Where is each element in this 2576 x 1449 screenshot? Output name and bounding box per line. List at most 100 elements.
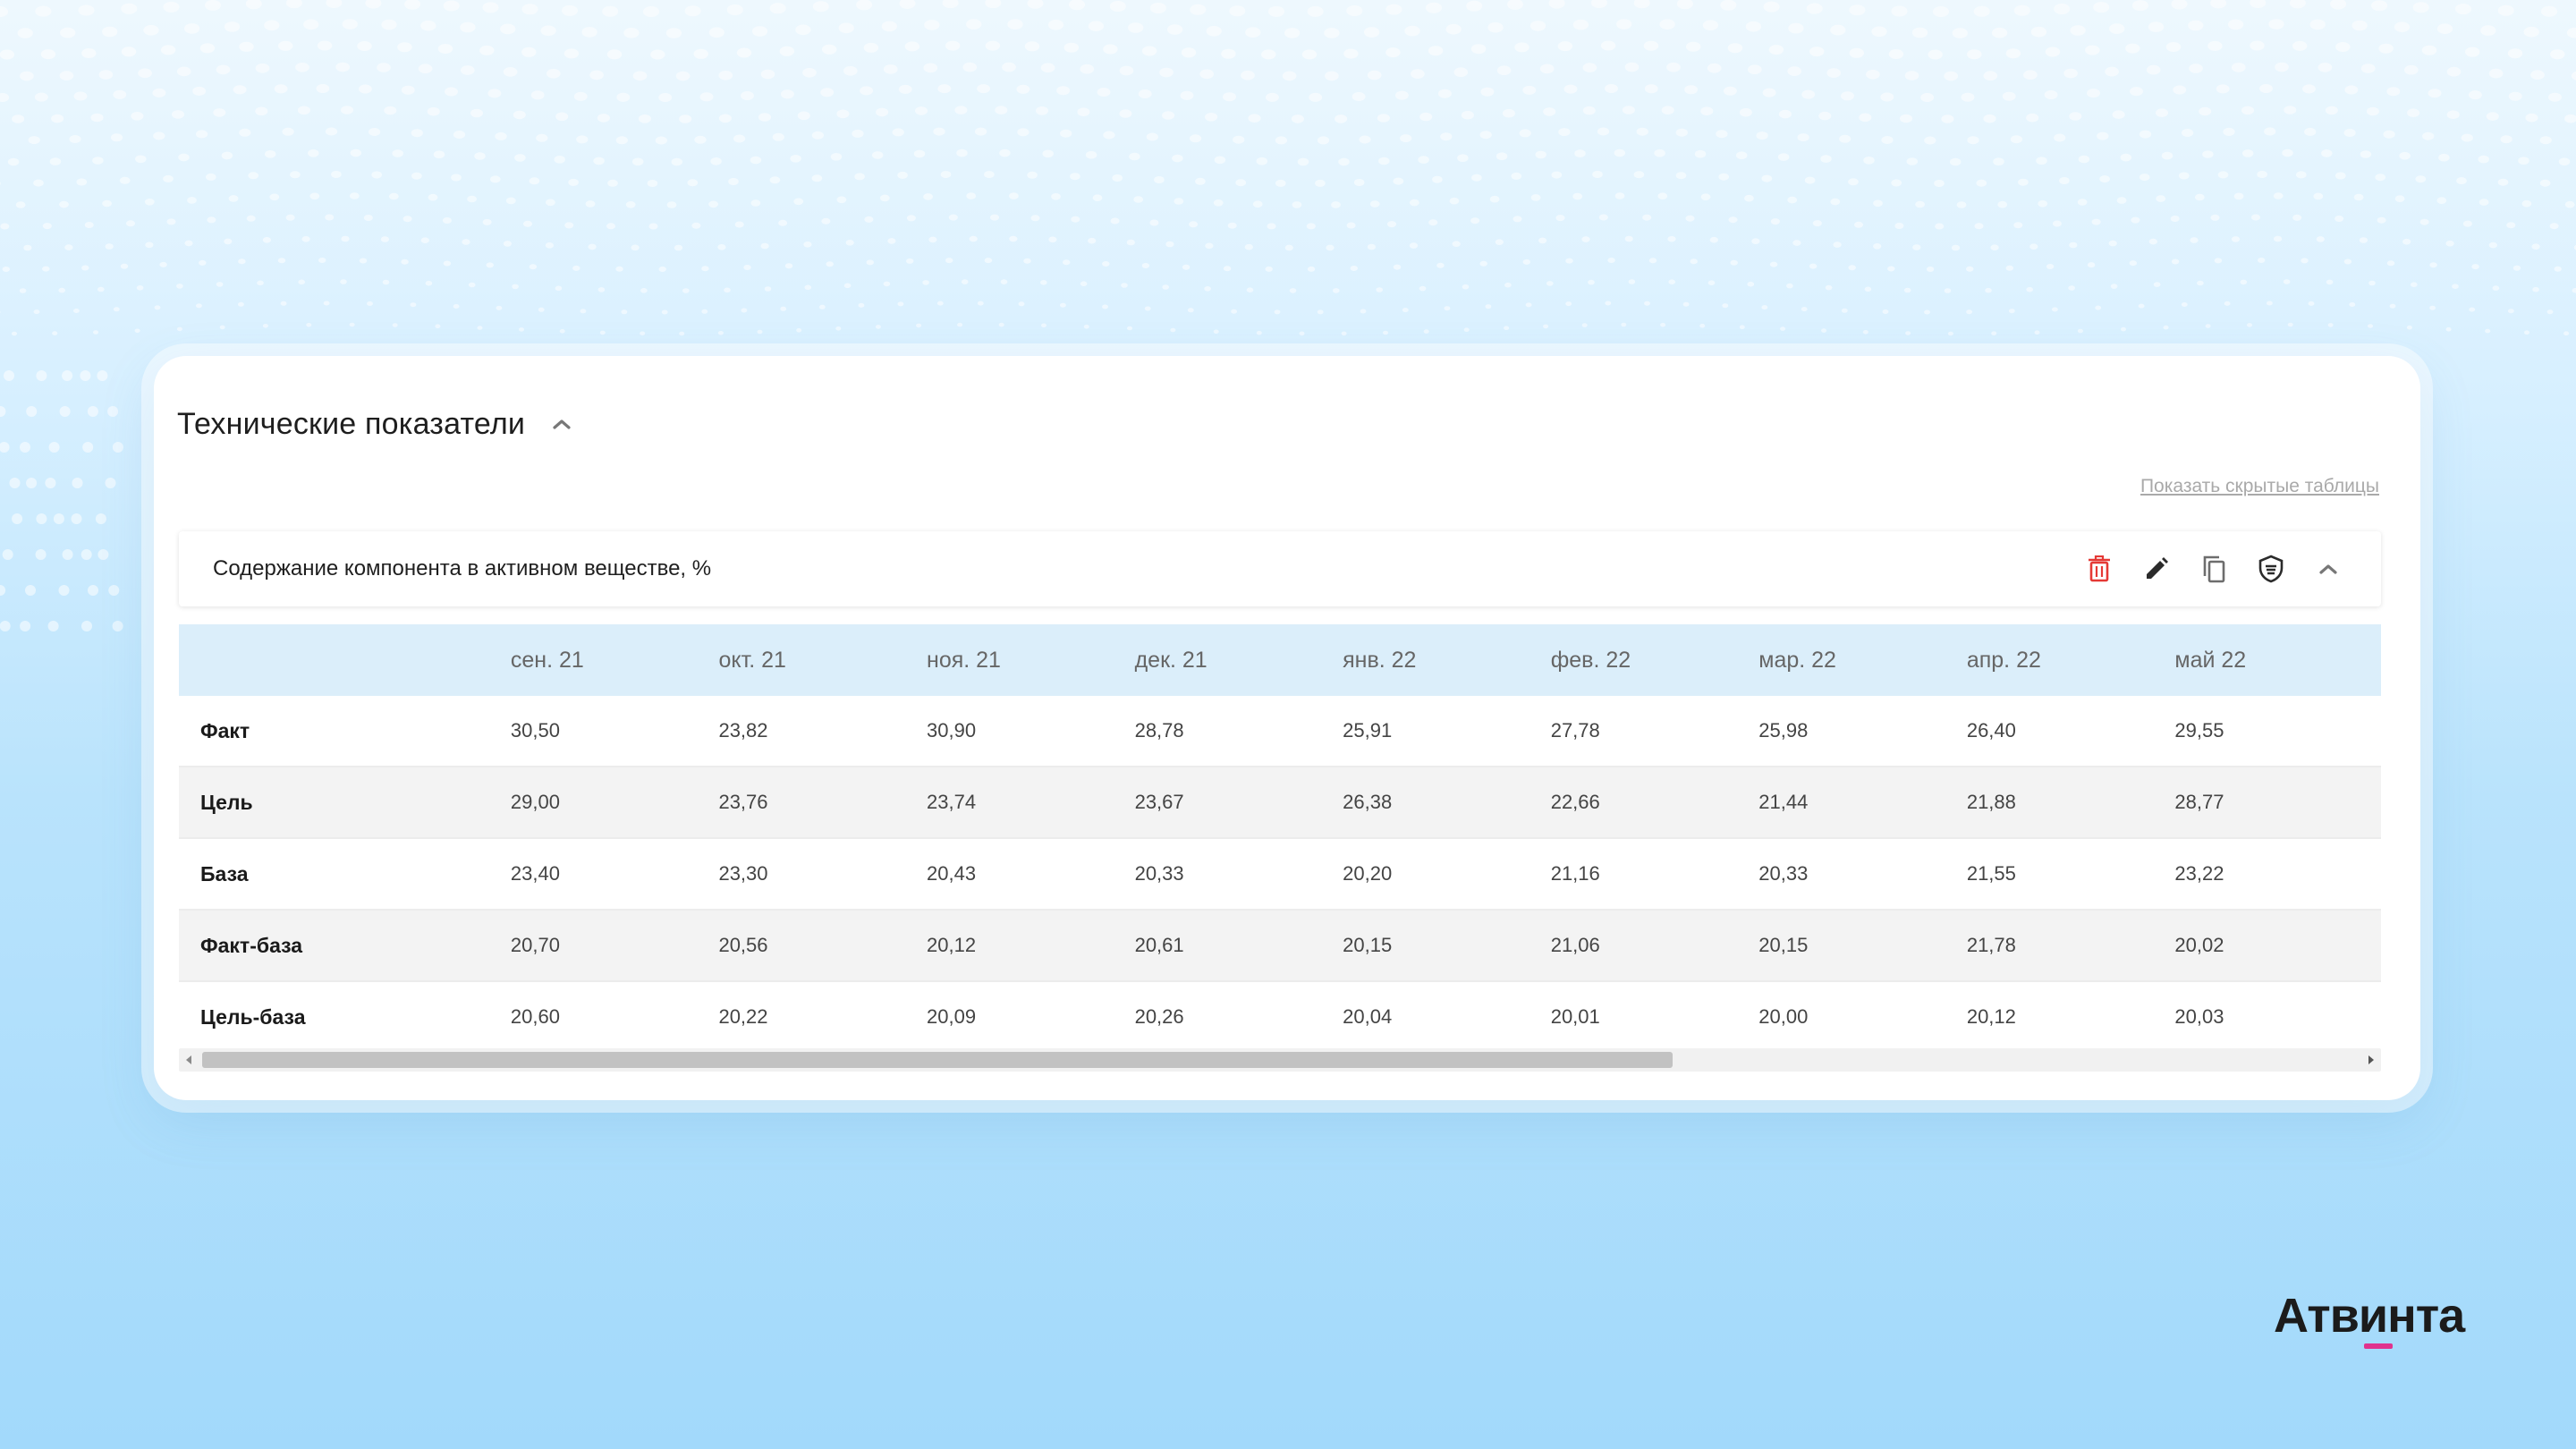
background-dot xyxy=(1728,216,1738,224)
background-dot xyxy=(81,621,92,631)
column-header[interactable]: дек. 21 xyxy=(1132,624,1342,696)
background-dot xyxy=(2506,222,2516,229)
table-cell[interactable]: 20,22 xyxy=(716,981,926,1054)
table-cell[interactable]: 20,60 xyxy=(508,981,717,1054)
table-cell[interactable]: 25,91 xyxy=(1341,696,1549,767)
background-dot xyxy=(2360,64,2376,73)
table-cell[interactable]: 20,03 xyxy=(2173,981,2381,1054)
background-dot xyxy=(1513,216,1522,223)
horizontal-scrollbar[interactable] xyxy=(179,1048,2381,1072)
background-dot xyxy=(113,89,127,99)
table-cell[interactable]: 20,26 xyxy=(1132,981,1342,1054)
background-dot xyxy=(2163,325,2169,330)
background-dot xyxy=(1551,171,1563,179)
table-cell[interactable]: 20,12 xyxy=(925,910,1133,982)
table-cell[interactable]: 23,40 xyxy=(508,838,717,911)
column-header[interactable]: фев. 22 xyxy=(1548,624,1758,696)
background-dot xyxy=(2023,70,2038,80)
table-cell[interactable]: 21,16 xyxy=(1548,838,1758,911)
pencil-icon[interactable] xyxy=(2143,555,2170,582)
table-cell[interactable]: 23,30 xyxy=(716,838,926,911)
collapse-section-chevron-up-icon[interactable] xyxy=(548,411,575,437)
column-header[interactable]: апр. 22 xyxy=(1964,624,2174,696)
background-dot xyxy=(45,478,56,488)
background-dot xyxy=(2428,89,2442,98)
background-dot xyxy=(736,47,752,58)
table-cell[interactable]: 30,90 xyxy=(925,696,1133,767)
table-cell[interactable]: 20,33 xyxy=(1132,838,1342,911)
table-cell[interactable]: 21,55 xyxy=(1964,838,2174,911)
background-dot xyxy=(1097,88,1111,97)
table-cell[interactable]: 20,56 xyxy=(716,910,926,982)
background-dot xyxy=(2231,236,2241,242)
table-cell[interactable]: 20,02 xyxy=(2173,910,2381,982)
background-dot xyxy=(213,108,226,117)
scroll-left-arrow-icon[interactable] xyxy=(179,1048,199,1072)
table-cell[interactable]: 20,00 xyxy=(1757,981,1965,1054)
background-dot xyxy=(205,0,221,11)
background-dot xyxy=(1748,64,1762,74)
background-dot xyxy=(922,280,929,285)
background-dot xyxy=(1487,21,1504,33)
trash-icon[interactable] xyxy=(2086,555,2113,582)
background-dot xyxy=(1502,108,1515,118)
copy-icon[interactable] xyxy=(2200,555,2227,583)
background-dot xyxy=(1690,258,1698,265)
table-cell[interactable]: 28,77 xyxy=(2173,767,2381,839)
background-dot xyxy=(718,114,732,123)
background-dot xyxy=(1383,330,1388,335)
table-cell[interactable]: 23,67 xyxy=(1132,767,1342,839)
column-header[interactable]: сен. 21 xyxy=(508,624,717,696)
column-header[interactable]: май 22 xyxy=(2173,624,2381,696)
table-cell[interactable]: 20,12 xyxy=(1964,981,2174,1054)
table-cell[interactable]: 23,74 xyxy=(925,767,1133,839)
table-cell[interactable]: 23,22 xyxy=(2173,838,2381,911)
table-cell[interactable]: 20,61 xyxy=(1132,910,1342,982)
background-dot xyxy=(621,309,628,315)
table-cell[interactable]: 27,78 xyxy=(1548,696,1758,767)
table-cell[interactable]: 22,66 xyxy=(1548,767,1758,839)
table-cell[interactable]: 20,43 xyxy=(925,838,1133,911)
collapse-table-chevron-up-icon[interactable] xyxy=(2315,555,2342,582)
column-header[interactable]: ноя. 21 xyxy=(925,624,1133,696)
background-dot xyxy=(1291,114,1304,123)
table-cell[interactable]: 20,04 xyxy=(1341,981,1549,1054)
background-dot xyxy=(2554,266,2562,272)
table-cell[interactable]: 26,38 xyxy=(1341,767,1549,839)
table-cell[interactable]: 21,78 xyxy=(1964,910,2174,982)
scroll-right-arrow-icon[interactable] xyxy=(2361,1048,2381,1072)
background-dot xyxy=(576,135,589,144)
background-dot xyxy=(764,286,772,292)
table-cell[interactable]: 21,44 xyxy=(1757,767,1965,839)
table-cell[interactable]: 28,78 xyxy=(1132,696,1342,767)
table-cell[interactable]: 23,76 xyxy=(716,767,926,839)
column-header[interactable]: мар. 22 xyxy=(1757,624,1965,696)
table-cell[interactable]: 29,55 xyxy=(2173,696,2381,767)
table-cell[interactable]: 20,33 xyxy=(1757,838,1965,911)
table-cell[interactable]: 21,88 xyxy=(1964,767,2174,839)
table-cell[interactable]: 20,15 xyxy=(1341,910,1549,982)
table-cell[interactable]: 26,40 xyxy=(1964,696,2174,767)
table-cell[interactable]: 20,70 xyxy=(508,910,717,982)
column-header[interactable]: окт. 21 xyxy=(716,624,926,696)
background-dot xyxy=(1770,218,1780,225)
table-cell[interactable]: 30,50 xyxy=(508,696,717,767)
table-cell[interactable]: 20,15 xyxy=(1757,910,1965,982)
table-cell[interactable]: 20,20 xyxy=(1341,838,1549,911)
background-dot xyxy=(33,309,40,315)
table-cell[interactable]: 20,09 xyxy=(925,981,1133,1054)
background-dot xyxy=(176,66,191,77)
table-cell[interactable]: 21,06 xyxy=(1548,910,1758,982)
table-cell[interactable]: 29,00 xyxy=(508,767,717,839)
background-dot xyxy=(602,5,619,17)
shield-icon[interactable] xyxy=(2258,555,2284,583)
scrollbar-thumb[interactable] xyxy=(202,1052,1673,1068)
show-hidden-tables-link[interactable]: Показать скрытые таблицы xyxy=(2140,476,2379,497)
column-header[interactable]: янв. 22 xyxy=(1341,624,1549,696)
background-dot xyxy=(2156,195,2166,202)
table-cell[interactable]: 25,98 xyxy=(1757,696,1965,767)
background-dot xyxy=(1223,92,1236,102)
background-dot xyxy=(1821,328,1827,333)
table-cell[interactable]: 23,82 xyxy=(716,696,926,767)
table-cell[interactable]: 20,01 xyxy=(1548,981,1758,1054)
